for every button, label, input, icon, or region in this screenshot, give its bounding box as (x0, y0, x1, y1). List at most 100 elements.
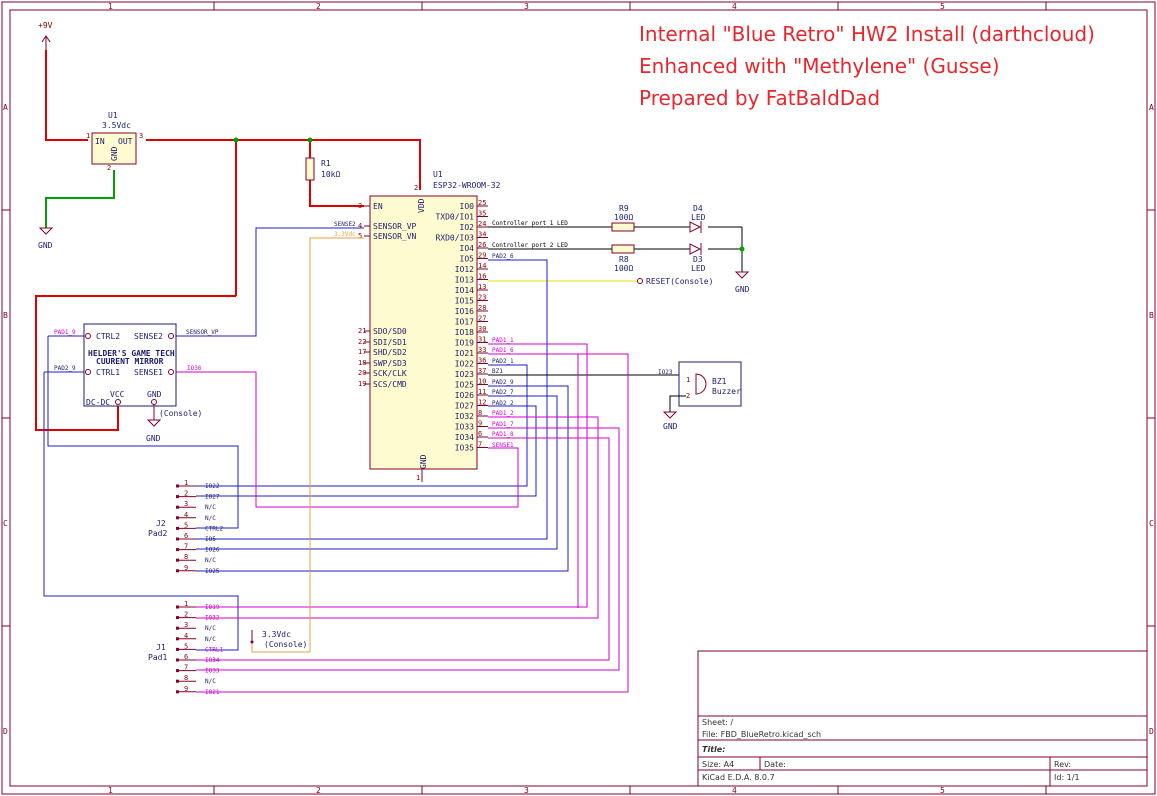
mirror-sense1: SENSE1 (134, 368, 163, 377)
col-label: 5 (940, 786, 945, 795)
col-label: 2 (316, 786, 321, 795)
j1-pin-num: 3 (184, 621, 188, 629)
regulator-u1: U1 3.5Vdc IN OUT GND 1 3 2 (86, 111, 143, 172)
net-pad1-7: PAD1_7 (492, 421, 514, 428)
esp32-right-pin-num: 37 (478, 367, 486, 375)
esp32-right-pin-name: TXD0/IO1 (435, 213, 474, 222)
regulator-pin2: 2 (107, 164, 111, 172)
esp32-left-pin-num: 5 (358, 232, 362, 240)
j2-pin-num: 2 (184, 490, 188, 498)
r1-value: 10kΩ (321, 170, 340, 179)
mirror-name2: CUURENT MIRROR (96, 357, 164, 366)
resistor-r9: R9 100Ω (611, 204, 635, 232)
col-label: 5 (940, 2, 945, 11)
resistor-r1: R1 10kΩ (305, 157, 340, 181)
net-pad2-9: PAD2_9 (492, 379, 514, 386)
net-ctrl-p1: Controller port 1 LED (492, 220, 568, 227)
tb-rev: Rev: (1054, 760, 1071, 769)
connector-j2: 1 IO22 2 IO27 3 N/C 4 N/C 5 CTRL2 6 IO5 7 IO26 8 N/C 9 IO… (176, 479, 223, 575)
j1-pin-label: IO33 (205, 668, 220, 675)
esp32-right-pin-name: IO26 (455, 391, 474, 400)
j2-pin-label: N/C (205, 557, 216, 564)
esp32-left-pin-name: SCS/CMD (373, 380, 407, 389)
j1-pin-num: 4 (184, 632, 188, 640)
d3-ref: D3 (693, 255, 703, 264)
esp32-right-pin-name: IO0 (460, 202, 475, 211)
esp32-left-pin-num: 22 (358, 338, 366, 346)
regulator-pin-in: IN (95, 137, 105, 146)
j1-ref: J1 (156, 643, 166, 652)
net-pad1-1: PAD1_1 (492, 337, 514, 344)
col-label: 4 (732, 786, 737, 795)
j1-pin-num: 6 (184, 653, 188, 661)
esp32-right-pin-num: 35 (478, 210, 486, 218)
tb-title: Title: (702, 745, 725, 754)
mirror-sense2: SENSE2 (134, 332, 163, 341)
v33-console-symbol: 3.3Vdc (Console) (250, 630, 307, 649)
j1-pin-num: 5 (184, 642, 188, 650)
regulator-pin3: 3 (139, 132, 143, 140)
title-line-3: Prepared by FatBaldDad (639, 86, 881, 110)
net-ctrl-p2: Controller port 2 LED (492, 242, 568, 249)
esp32-left-pin-name: EN (373, 202, 383, 211)
esp32-right-pin-name: IO13 (455, 276, 474, 285)
gnd-label: GND (663, 422, 678, 431)
tb-tool: KiCad E.D.A. 8.0.7 (702, 773, 775, 782)
led-d3: D3 LED (689, 243, 706, 273)
r9-value: 100Ω (614, 213, 633, 222)
r9-ref: R9 (619, 204, 629, 213)
net-pad1-9: PAD1_9 (54, 329, 76, 336)
esp32-left-pin-name: SWP/SD3 (373, 359, 407, 368)
buzzer-pin1: 1 (686, 376, 690, 384)
j2-pin-label: IO5 (205, 536, 216, 543)
row-label: D (1149, 727, 1154, 736)
esp32-left-pin-num: 3 (358, 202, 362, 210)
net-sense2: SENSE2 (334, 221, 356, 228)
d4-value: LED (691, 213, 706, 222)
esp32-right-pin-name: IO18 (455, 328, 474, 337)
j2-pin-label: IO22 (205, 483, 220, 490)
resistor-r8: R8 100Ω (611, 244, 635, 273)
regulator-pin-gnd: GND (110, 146, 119, 161)
buzzer-pin2: 2 (686, 392, 690, 400)
mirror-dcdc: DC-DC (86, 398, 110, 407)
col-label: 1 (108, 786, 113, 795)
j2-pin-num: 3 (184, 500, 188, 508)
row-label: B (1149, 311, 1154, 320)
esp32-left-pin-name: SDI/SD1 (373, 338, 407, 347)
net-pad2-9b: PAD2_9 (54, 365, 76, 372)
buzzer-value: Buzzer (712, 387, 741, 396)
j1-pin-num: 1 (184, 600, 188, 608)
esp32-right-pin-num: 11 (478, 388, 486, 396)
title-block: Sheet: / File: FBD_BlueRetro.kicad_sch T… (697, 650, 1148, 787)
col-label: 2 (316, 2, 321, 11)
reset-connector (637, 278, 643, 284)
j1-pin-num: 2 (184, 611, 188, 619)
row-label: A (3, 103, 8, 112)
j2-pin-label: N/C (205, 504, 216, 511)
esp32-right-pin-num: 9 (478, 420, 482, 428)
j1-pin-label: IO32 (205, 615, 220, 622)
row-label: A (1149, 103, 1154, 112)
regulator-pin-out: OUT (118, 137, 133, 146)
d3-value: LED (691, 264, 706, 273)
net-pad1-2: PAD1_2 (492, 410, 514, 417)
esp32-right-pin-num: 23 (478, 294, 486, 302)
tb-date: Date: (764, 760, 786, 769)
buzzer-bz1: 1 2 BZ1 Buzzer (678, 361, 742, 407)
esp32-right-pin-num: 30 (478, 325, 486, 333)
esp32-left-pin-num: 20 (358, 369, 366, 377)
j1-pin-num: 8 (184, 674, 188, 682)
net-3v3: 3.3Vdc (334, 231, 356, 238)
signal-wire-3v3 (251, 237, 364, 653)
current-mirror-module: CTRL2 SENSE2 HELDER'S GAME TECH CUURENT … (83, 323, 177, 407)
tb-id: Id: 1/1 (1054, 773, 1080, 782)
esp32-right-pin-name: IO35 (455, 444, 474, 453)
esp32-left-pin-num: 17 (358, 348, 366, 356)
j1-pin-label: IO21 (205, 689, 220, 696)
regulator-value: 3.5Vdc (102, 121, 131, 130)
mirror-ctrl2: CTRL2 (96, 332, 120, 341)
esp32-right-pin-name: IO32 (455, 412, 474, 421)
j2-pin-label: IO26 (205, 547, 220, 554)
esp32-right-pin-name: IO16 (455, 307, 474, 316)
